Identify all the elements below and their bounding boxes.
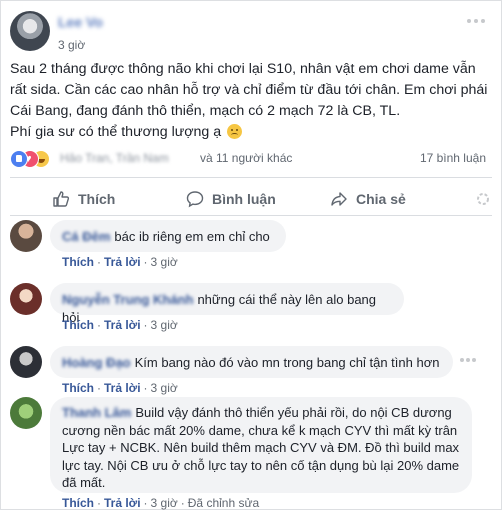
more-options-icon[interactable]	[466, 13, 486, 29]
comment-reply-link[interactable]: Trả lời	[104, 496, 141, 510]
comment-like-link[interactable]: Thích	[62, 496, 94, 510]
reaction-others-count[interactable]: và 11 người khác	[200, 151, 292, 165]
comment-count[interactable]: 17 bình luận	[420, 151, 486, 165]
commenter-avatar[interactable]	[10, 283, 42, 315]
share-label: Chia sẻ	[356, 191, 406, 207]
comment-options-icon[interactable]	[460, 358, 476, 362]
comment-text: bác ib riêng em em chỉ cho	[114, 229, 270, 244]
divider	[10, 215, 492, 216]
comment-item: Thanh Lâm Build vậy đánh thô thiển yếu ph…	[10, 397, 490, 510]
comment-bubble: Nguyễn Trung Khánh những cái thể này lên …	[50, 283, 404, 325]
comment-bubble: Hoàng Đạo Kím bang nào đó vào mn trong ba…	[50, 346, 453, 378]
author-name[interactable]: Lee Vo	[58, 14, 103, 30]
comment-reply-link[interactable]: Trả lời	[104, 318, 141, 332]
comment-reply-link[interactable]: Trả lời	[104, 255, 141, 269]
comment-bubble: Thanh Lâm Build vậy đánh thô thiển yếu ph…	[50, 397, 472, 493]
author-avatar[interactable]	[10, 11, 50, 51]
comment-time[interactable]: 3 giờ	[151, 318, 178, 332]
comment-label: Bình luận	[212, 191, 276, 207]
comment-meta: Thích · Trả lời · 3 giờ · Đã chỉnh sửa	[62, 496, 260, 510]
comment-bubble: Cá Đêm bác ib riêng em em chỉ cho	[50, 220, 286, 252]
commenter-avatar[interactable]	[10, 346, 42, 378]
divider	[10, 177, 492, 178]
comment-time[interactable]: 3 giờ	[151, 381, 178, 395]
commenter-avatar[interactable]	[10, 220, 42, 252]
post-text-fee: Phí gia sư có thể thương lượng ạ	[10, 124, 222, 140]
post-body: Sau 2 tháng được thông não khi chơi lại …	[10, 59, 494, 143]
comment-meta: Thích · Trả lời · 3 giờ	[62, 318, 178, 332]
commenter-avatar[interactable]	[10, 397, 42, 429]
like-button[interactable]: Thích	[52, 182, 115, 216]
post-actions: Thích Bình luận Chia sẻ	[10, 182, 494, 216]
like-label: Thích	[78, 191, 116, 207]
speech-bubble-icon	[186, 191, 204, 208]
comment-time[interactable]: 3 giờ	[151, 496, 178, 510]
like-reaction-icon	[10, 150, 28, 168]
loading-icon	[477, 193, 489, 205]
comment-item: Hoàng Đạo Kím bang nào đó vào mn trong ba…	[10, 346, 490, 398]
comment-meta: Thích · Trả lời · 3 giờ	[62, 381, 178, 395]
comment-author[interactable]: Nguyễn Trung Khánh	[62, 292, 193, 307]
sad-emoji-icon	[227, 124, 243, 139]
comment-author[interactable]: Cá Đêm	[62, 229, 110, 244]
comment-text: Kím bang nào đó vào mn trong bang chỉ tậ…	[134, 355, 440, 370]
post-timestamp[interactable]: 3 giờ	[58, 38, 85, 52]
post-text-closing: Phí gia sư có thể thương lượng ạ	[10, 122, 494, 143]
reaction-names[interactable]: Hảo Tran, Trần Nam	[60, 151, 169, 165]
post-text-paragraph: Sau 2 tháng được thông não khi chơi lại …	[10, 61, 488, 119]
reaction-icons[interactable]	[10, 150, 60, 168]
reactions-bar: Hảo Tran, Trần Nam và 11 người khác 17 b…	[10, 150, 490, 168]
comment-author[interactable]: Thanh Lâm	[62, 405, 131, 420]
post-card: Lee Vo 3 giờ Sau 2 tháng được thông não …	[0, 0, 502, 510]
thumbs-up-icon	[53, 191, 70, 207]
comment-time[interactable]: 3 giờ	[151, 255, 178, 269]
comment-item: Cá Đêm bác ib riêng em em chỉ cho Thích · T…	[10, 220, 490, 272]
comment-like-link[interactable]: Thích	[62, 381, 94, 395]
comment-like-link[interactable]: Thích	[62, 255, 94, 269]
comment-edited-label[interactable]: Đã chỉnh sửa	[188, 496, 259, 510]
share-button[interactable]: Chia sẻ	[330, 182, 406, 216]
share-arrow-icon	[331, 192, 347, 206]
comment-meta: Thích · Trả lời · 3 giờ	[62, 255, 178, 269]
post-header: Lee Vo 3 giờ	[10, 11, 490, 55]
comment-reply-link[interactable]: Trả lời	[104, 381, 141, 395]
comment-button[interactable]: Bình luận	[186, 182, 276, 216]
comment-item: Nguyễn Trung Khánh những cái thể này lên …	[10, 283, 490, 335]
comment-author[interactable]: Hoàng Đạo	[62, 355, 131, 370]
comment-like-link[interactable]: Thích	[62, 318, 94, 332]
